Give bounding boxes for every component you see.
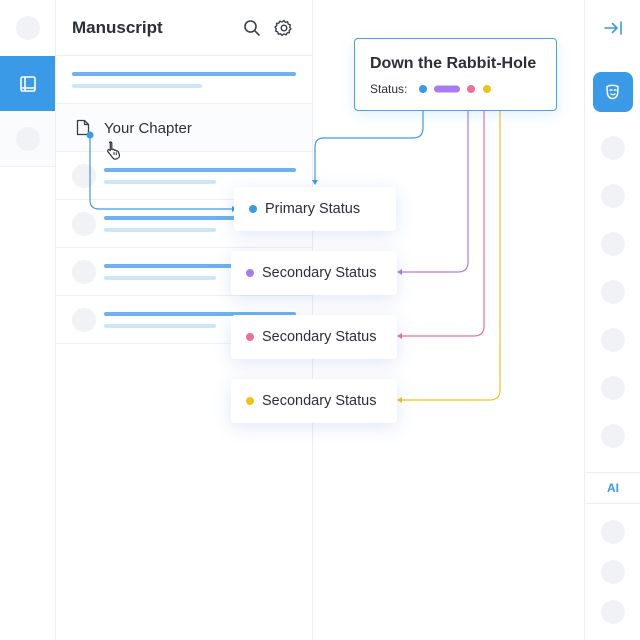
rail-placeholder-icon[interactable] (601, 520, 625, 544)
row-placeholder-icon (72, 212, 96, 236)
settings-button[interactable] (273, 17, 295, 39)
status-card-secondary[interactable]: Secondary Status (231, 315, 397, 359)
status-dot (249, 205, 257, 213)
status-dot (246, 333, 254, 341)
mask-icon (606, 84, 619, 100)
rail-placeholder-icon[interactable] (601, 232, 625, 256)
book-icon (19, 75, 36, 92)
status-dot (246, 397, 254, 405)
placeholder-bar (72, 84, 202, 88)
rail-placeholder-icon[interactable] (601, 600, 625, 624)
status-card-primary[interactable]: Primary Status (234, 187, 396, 231)
panel-header: Manuscript (56, 0, 312, 56)
status-label: Secondary Status (262, 393, 377, 409)
document-title: Down the Rabbit-Hole (370, 55, 537, 72)
placeholder-bar (104, 324, 216, 328)
list-item[interactable] (56, 56, 312, 104)
placeholder-bar (72, 72, 296, 76)
panel-title: Manuscript (72, 18, 163, 37)
rail-placeholder-icon (16, 127, 40, 151)
rail-placeholder-icon[interactable] (601, 376, 625, 400)
collapse-right-icon (604, 21, 622, 35)
collapse-button[interactable] (601, 16, 625, 40)
status-card-secondary[interactable]: Secondary Status (231, 379, 397, 423)
document-icon (76, 119, 90, 136)
rail-placeholder-icon[interactable] (16, 16, 40, 40)
status-label: Primary Status (265, 201, 361, 217)
rail-placeholder-icon[interactable] (601, 136, 625, 160)
chapter-row[interactable]: Your Chapter (56, 104, 312, 160)
row-placeholder-icon (72, 260, 96, 284)
right-rail: AI (584, 0, 640, 640)
placeholder-bar (104, 228, 216, 232)
placeholder-bar (104, 180, 216, 184)
search-icon (244, 20, 260, 36)
row-placeholder-icon (72, 308, 96, 332)
status-dot (246, 269, 254, 277)
rail-placeholder-icon[interactable] (601, 280, 625, 304)
ai-button[interactable]: AI (585, 481, 640, 495)
row-placeholder-icon (72, 164, 96, 188)
rail-placeholder-icon[interactable] (601, 328, 625, 352)
left-rail (0, 0, 56, 640)
chapter-label: Your Chapter (104, 120, 192, 137)
divider (585, 472, 640, 473)
rail-placeholder-icon[interactable] (601, 560, 625, 584)
rail-item[interactable] (0, 111, 55, 167)
divider (585, 503, 640, 504)
characters-button[interactable] (593, 72, 633, 112)
rail-placeholder-icon[interactable] (601, 184, 625, 208)
gear-icon (274, 19, 292, 37)
rail-placeholder-icon[interactable] (601, 424, 625, 448)
status-label: Secondary Status (262, 329, 377, 345)
document-status-label: Status: (370, 82, 408, 96)
rail-manuscript-button[interactable] (0, 56, 55, 111)
document-card[interactable]: Down the Rabbit-Hole Status: (354, 38, 557, 111)
status-card-secondary[interactable]: Secondary Status (231, 251, 397, 295)
search-button[interactable] (241, 17, 263, 39)
status-label: Secondary Status (262, 265, 377, 281)
placeholder-bar (104, 168, 296, 172)
placeholder-bar (104, 216, 254, 220)
placeholder-bar (104, 276, 216, 280)
